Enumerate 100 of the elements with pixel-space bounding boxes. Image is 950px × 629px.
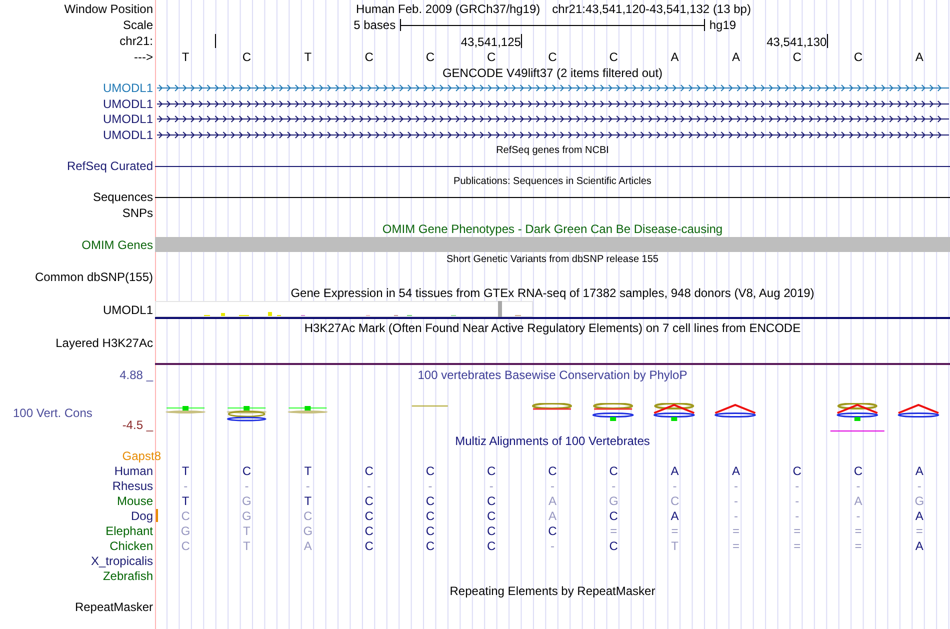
species-label: Dog: [130, 510, 153, 522]
base-letter: T: [182, 51, 190, 63]
track-title: Short Genetic Variants from dbSNP release 155: [446, 255, 658, 265]
strand-label: --->: [134, 51, 153, 63]
base-letter: C: [364, 51, 374, 63]
alignment-base: -: [612, 480, 616, 492]
track-title: 100 vertebrates Basewise Conservation by PhyloP: [418, 369, 688, 381]
species-label: Chicken: [110, 540, 153, 552]
base-letter: C: [426, 51, 435, 63]
species-label: X_tropicalis: [90, 554, 153, 566]
gene-label: UMODL1: [102, 129, 153, 141]
axis-label: -4.5 _: [122, 419, 153, 431]
alignment-base: C: [548, 524, 557, 536]
track-title: Gene Expression in 54 tissues from GTEx RNA-seq of 17382 samples, 948 donors (V8, Aug 2019): [290, 287, 814, 299]
alignment-base: C: [487, 524, 496, 536]
tick-mark: [826, 34, 828, 48]
alignment-base: T: [182, 494, 190, 506]
alignment-base: =: [854, 540, 862, 552]
gene-label: UMODL1: [102, 113, 153, 125]
alignment-base: C: [487, 464, 496, 476]
alignment-base: C: [854, 464, 863, 476]
alignment-base: C: [609, 510, 618, 522]
track-title: OMIM Gene Phenotypes - Dark Green Can Be Disease-causing: [382, 222, 723, 234]
alignment-base: A: [732, 464, 740, 476]
alignment-base: C: [364, 464, 374, 476]
alignment-base: C: [426, 524, 435, 536]
alignment-base: -: [856, 480, 860, 492]
track-label: Layered H3K27Ac: [56, 337, 153, 349]
alignment-base: C: [548, 464, 557, 476]
track-label: UMODL1: [102, 304, 153, 316]
alignment-base: -: [489, 480, 494, 492]
alignment-base: =: [794, 524, 801, 536]
track-label: Sequences: [92, 191, 153, 203]
base-letter: A: [670, 51, 679, 63]
tick-mark: [520, 34, 522, 48]
alignment-base: C: [487, 510, 496, 522]
alignment-base: A: [915, 510, 924, 522]
alignment-base: -: [306, 480, 310, 492]
alignment-base: =: [794, 540, 801, 552]
scale-text: 5 bases: [354, 19, 396, 31]
track-label: RepeatMasker: [74, 601, 153, 613]
alignment-base: -: [795, 510, 800, 522]
alignment-base: =: [916, 524, 923, 536]
alignment-base: =: [610, 524, 618, 536]
alignment-base: -: [550, 480, 554, 492]
alignment-base: -: [672, 480, 677, 492]
alignment-base: =: [671, 524, 678, 536]
alignment-base: T: [182, 464, 190, 476]
alignment-base: A: [670, 510, 679, 522]
alignment-base: C: [487, 540, 496, 552]
species-label: Zebrafish: [102, 570, 153, 582]
alignment-base: G: [242, 494, 252, 506]
track-label: RefSeq Curated: [66, 160, 153, 172]
alignment-base: C: [181, 540, 190, 552]
alignment-base: C: [670, 494, 680, 506]
alignment-base: C: [364, 524, 374, 536]
row-label: chr21:: [120, 35, 153, 47]
species-label: Mouse: [116, 494, 153, 506]
alignment-base: C: [426, 510, 435, 522]
alignment-base: C: [609, 540, 618, 552]
alignment-base: C: [426, 494, 435, 506]
base-letter: C: [792, 51, 802, 63]
base-letter: C: [487, 51, 496, 63]
alignment-base: G: [180, 524, 190, 536]
assembly-text: hg19: [709, 19, 736, 31]
alignment-base: G: [914, 494, 924, 506]
track-label: OMIM Genes: [82, 238, 153, 250]
species-label: Human: [114, 464, 153, 476]
alignment-base: A: [548, 510, 556, 522]
tick-mark: [215, 34, 216, 48]
alignment-base: -: [428, 480, 432, 492]
alignment-base: -: [734, 494, 738, 506]
alignment-base: C: [364, 510, 374, 522]
alignment-base: A: [548, 494, 556, 506]
alignment-base: G: [242, 510, 252, 522]
alignment-base: C: [792, 464, 802, 476]
alignment-base: C: [242, 464, 252, 476]
alignment-base: C: [487, 494, 496, 506]
alignment-base: =: [732, 524, 740, 536]
base-letter: C: [548, 51, 557, 63]
base-letter: A: [915, 51, 924, 63]
row-label: Window Position: [64, 2, 153, 14]
base-letter: C: [609, 51, 618, 63]
alignment-base: G: [303, 524, 313, 536]
track-label: 100 Vert. Cons: [12, 407, 92, 419]
track-title: RefSeq genes from NCBI: [496, 146, 609, 156]
alignment-base: -: [795, 480, 800, 492]
alignment-base: -: [734, 510, 738, 522]
track-label: SNPs: [122, 206, 153, 218]
track-title: GENCODE V49lift37 (2 items filtered out): [442, 66, 663, 78]
alignment-base: T: [304, 494, 312, 506]
base-letter: A: [732, 51, 740, 63]
ruler-label: 43,541,130: [766, 36, 827, 48]
alignment-base: C: [304, 510, 312, 522]
alignment-base: -: [734, 480, 738, 492]
alignment-base: C: [609, 464, 618, 476]
alignment-base: -: [795, 494, 800, 506]
alignment-base: -: [856, 510, 860, 522]
base-letter: C: [854, 51, 863, 63]
ruler-label: 43,541,125: [460, 36, 521, 48]
